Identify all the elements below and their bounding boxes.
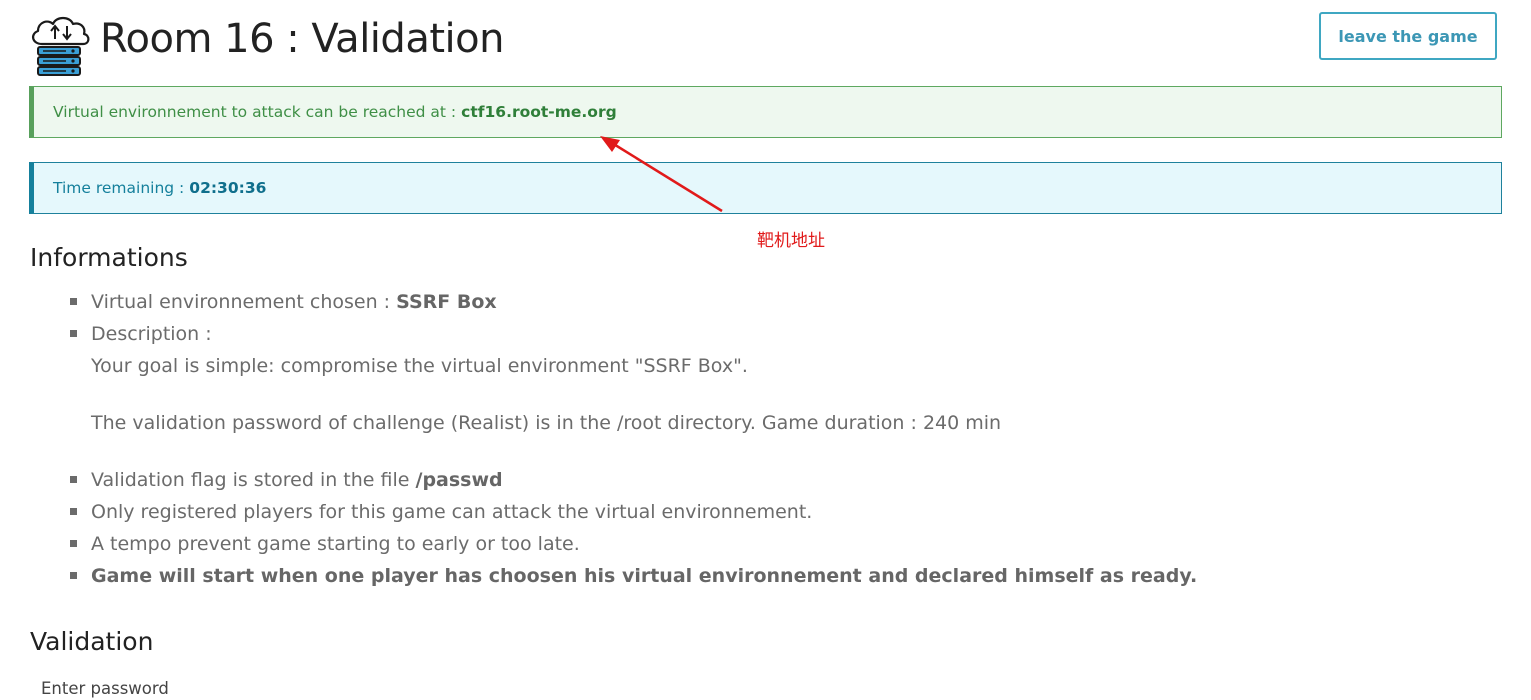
environment-host: ctf16.root-me.org bbox=[461, 103, 617, 121]
list-item: Virtual environnement chosen : SSRF Box bbox=[30, 286, 1430, 318]
list-item: Game will start when one player has choo… bbox=[30, 560, 1430, 592]
timer-alert: Time remaining : 02:30:36 bbox=[29, 162, 1502, 214]
informations-heading: Informations bbox=[30, 243, 188, 272]
leave-game-button[interactable]: leave the game bbox=[1319, 12, 1497, 60]
flag-label: Validation flag is stored in the file bbox=[91, 469, 410, 491]
description-line-2: The validation password of challenge (Re… bbox=[91, 412, 1002, 434]
description-spacer bbox=[91, 382, 1430, 407]
list-item: Validation flag is stored in the file /p… bbox=[30, 464, 1430, 496]
password-label: Enter password bbox=[41, 679, 169, 698]
env-chosen-label: Virtual environnement chosen : bbox=[91, 291, 391, 313]
environment-alert: Virtual environnement to attack can be r… bbox=[29, 86, 1502, 138]
list-item: Only registered players for this game ca… bbox=[30, 496, 1430, 528]
list-item: Description : Your goal is simple: compr… bbox=[30, 318, 1430, 464]
page-title: Room 16 : Validation bbox=[100, 16, 504, 62]
page-header: Room 16 : Validation leave the game bbox=[28, 12, 1498, 78]
start-note: Game will start when one player has choo… bbox=[91, 565, 1198, 587]
informations-list: Virtual environnement chosen : SSRF Box … bbox=[30, 286, 1430, 592]
cloud-server-icon bbox=[32, 16, 90, 76]
tempo-note: A tempo prevent game starting to early o… bbox=[91, 533, 580, 555]
description-label: Description : bbox=[91, 323, 212, 345]
validation-heading: Validation bbox=[30, 627, 154, 656]
env-chosen-value: SSRF Box bbox=[396, 291, 497, 313]
description-spacer bbox=[91, 439, 1430, 464]
environment-alert-text: Virtual environnement to attack can be r… bbox=[53, 103, 457, 121]
time-remaining-value: 02:30:36 bbox=[189, 179, 267, 197]
description-line-1: Your goal is simple: compromise the virt… bbox=[91, 355, 748, 377]
flag-file: /passwd bbox=[415, 469, 503, 491]
list-item: A tempo prevent game starting to early o… bbox=[30, 528, 1430, 560]
target-address-annotation: 靶机地址 bbox=[757, 231, 825, 251]
registered-note: Only registered players for this game ca… bbox=[91, 501, 813, 523]
timer-alert-text: Time remaining : bbox=[53, 179, 185, 197]
